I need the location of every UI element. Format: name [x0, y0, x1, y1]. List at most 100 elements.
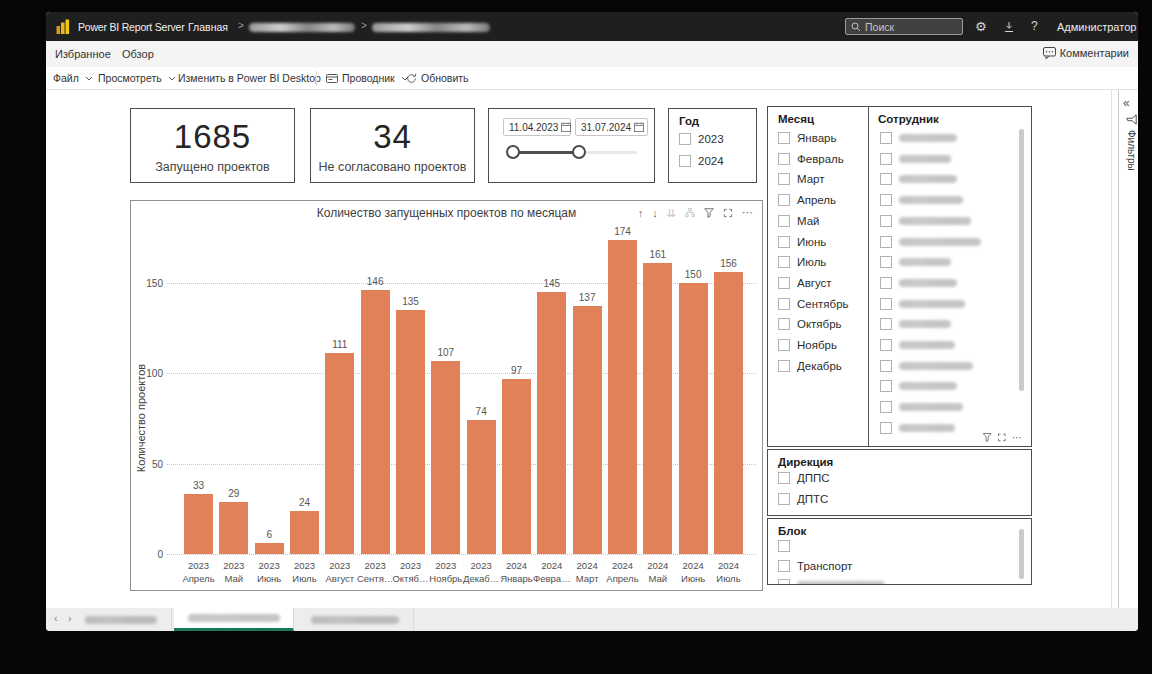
edit-in-desktop-button[interactable]: Изменить в Power BI Desktop	[178, 72, 321, 84]
scrollbar[interactable]	[1019, 129, 1024, 391]
explorer-menu[interactable]: Проводник	[326, 72, 409, 84]
employee-option[interactable]	[880, 318, 951, 330]
user-menu[interactable]: Администратор	[1057, 21, 1136, 33]
download-icon[interactable]	[1003, 21, 1015, 33]
bar[interactable]	[255, 543, 284, 554]
checkbox[interactable]	[778, 153, 790, 165]
checkbox[interactable]	[880, 173, 892, 185]
bar[interactable]	[184, 494, 213, 554]
employee-option[interactable]	[880, 215, 971, 227]
end-date-input[interactable]: 31.07.2024	[575, 118, 648, 136]
drill-down-icon[interactable]: ↓	[652, 207, 658, 219]
bar[interactable]	[467, 420, 496, 554]
checkbox[interactable]	[778, 236, 790, 248]
more-options-icon[interactable]: ⋯	[1012, 434, 1023, 440]
bar[interactable]	[643, 263, 672, 554]
bar[interactable]	[679, 283, 708, 554]
checkbox[interactable]	[778, 318, 790, 330]
file-menu[interactable]: Файл	[53, 72, 93, 84]
bar[interactable]	[573, 306, 602, 554]
slider-range[interactable]	[512, 151, 578, 154]
refresh-button[interactable]: Обновить	[406, 72, 469, 84]
checkbox[interactable]	[880, 236, 892, 248]
expand-filter-pane-icon[interactable]: «	[1123, 96, 1130, 110]
year-option[interactable]: 2024	[679, 155, 724, 167]
block-option[interactable]: Транспорт	[778, 560, 852, 572]
tab-browse[interactable]: Обзор	[122, 48, 154, 60]
month-option[interactable]: Февраль	[778, 153, 844, 165]
employee-option[interactable]	[880, 401, 963, 413]
checkbox[interactable]	[778, 298, 790, 310]
block-option[interactable]	[778, 579, 885, 585]
breadcrumb-redacted-1[interactable]	[249, 23, 355, 32]
filter-icon[interactable]	[704, 208, 714, 218]
checkbox[interactable]	[679, 133, 691, 145]
employee-option[interactable]	[880, 256, 951, 268]
month-option[interactable]: Март	[778, 173, 825, 185]
bar[interactable]	[608, 240, 637, 554]
employee-option[interactable]	[880, 380, 957, 392]
employee-option[interactable]	[880, 277, 957, 289]
checkbox[interactable]	[679, 155, 691, 167]
help-icon[interactable]: ?	[1031, 19, 1038, 34]
expand-all-icon[interactable]	[685, 208, 695, 218]
checkbox[interactable]	[778, 540, 790, 552]
month-option[interactable]: Май	[778, 215, 820, 227]
bar[interactable]	[325, 353, 354, 554]
checkbox[interactable]	[778, 277, 790, 289]
checkbox[interactable]	[880, 298, 892, 310]
checkbox[interactable]	[880, 132, 892, 144]
checkbox[interactable]	[880, 194, 892, 206]
direction-option[interactable]: ДППС	[778, 472, 830, 484]
checkbox[interactable]	[778, 215, 790, 227]
filter-icon[interactable]	[983, 433, 992, 442]
employee-option[interactable]	[880, 194, 963, 206]
page-tab[interactable]	[70, 608, 172, 631]
slider-handle-start[interactable]	[506, 145, 520, 159]
bar[interactable]	[431, 361, 460, 554]
employee-option[interactable]	[880, 339, 955, 351]
month-option[interactable]: Июнь	[778, 236, 826, 248]
checkbox[interactable]	[880, 401, 892, 413]
month-option[interactable]: Октябрь	[778, 318, 842, 330]
bar[interactable]	[714, 272, 743, 554]
bar[interactable]	[396, 310, 425, 554]
checkbox[interactable]	[778, 360, 790, 372]
checkbox[interactable]	[778, 339, 790, 351]
month-option[interactable]: Январь	[778, 132, 836, 144]
start-date-input[interactable]: 11.04.2023	[503, 118, 571, 136]
employee-option[interactable]	[880, 236, 981, 248]
month-option[interactable]: Сентябрь	[778, 298, 849, 310]
comments-button[interactable]: Комментарии	[1043, 47, 1129, 59]
page-tab[interactable]	[296, 608, 414, 631]
bar[interactable]	[361, 290, 390, 554]
month-option[interactable]: Апрель	[778, 194, 836, 206]
checkbox[interactable]	[778, 579, 790, 585]
checkbox[interactable]	[880, 215, 892, 227]
settings-gear-icon[interactable]: ⚙	[975, 19, 987, 34]
year-option[interactable]: 2023	[679, 133, 724, 145]
employee-option[interactable]	[880, 153, 951, 165]
month-option[interactable]: Август	[778, 277, 832, 289]
bar[interactable]	[502, 379, 531, 554]
employee-option[interactable]	[880, 132, 957, 144]
checkbox[interactable]	[880, 339, 892, 351]
employee-option[interactable]	[880, 298, 965, 310]
checkbox[interactable]	[880, 153, 892, 165]
breadcrumb-root[interactable]: Главная	[188, 21, 228, 33]
drill-up-icon[interactable]: ↑	[638, 207, 644, 219]
direction-option[interactable]: ДПТС	[778, 493, 828, 505]
checkbox[interactable]	[778, 560, 790, 572]
page-tab[interactable]	[174, 608, 294, 631]
employee-option[interactable]	[880, 422, 955, 434]
tab-favorites[interactable]: Избранное	[55, 48, 111, 60]
bar[interactable]	[219, 502, 248, 554]
prev-page-icon[interactable]: ‹	[54, 612, 58, 624]
bar[interactable]	[290, 511, 319, 554]
scrollbar[interactable]	[1019, 529, 1024, 579]
block-option[interactable]	[778, 540, 790, 552]
month-option[interactable]: Июль	[778, 256, 826, 268]
month-option[interactable]: Декабрь	[778, 360, 842, 372]
checkbox[interactable]	[778, 173, 790, 185]
checkbox[interactable]	[778, 194, 790, 206]
